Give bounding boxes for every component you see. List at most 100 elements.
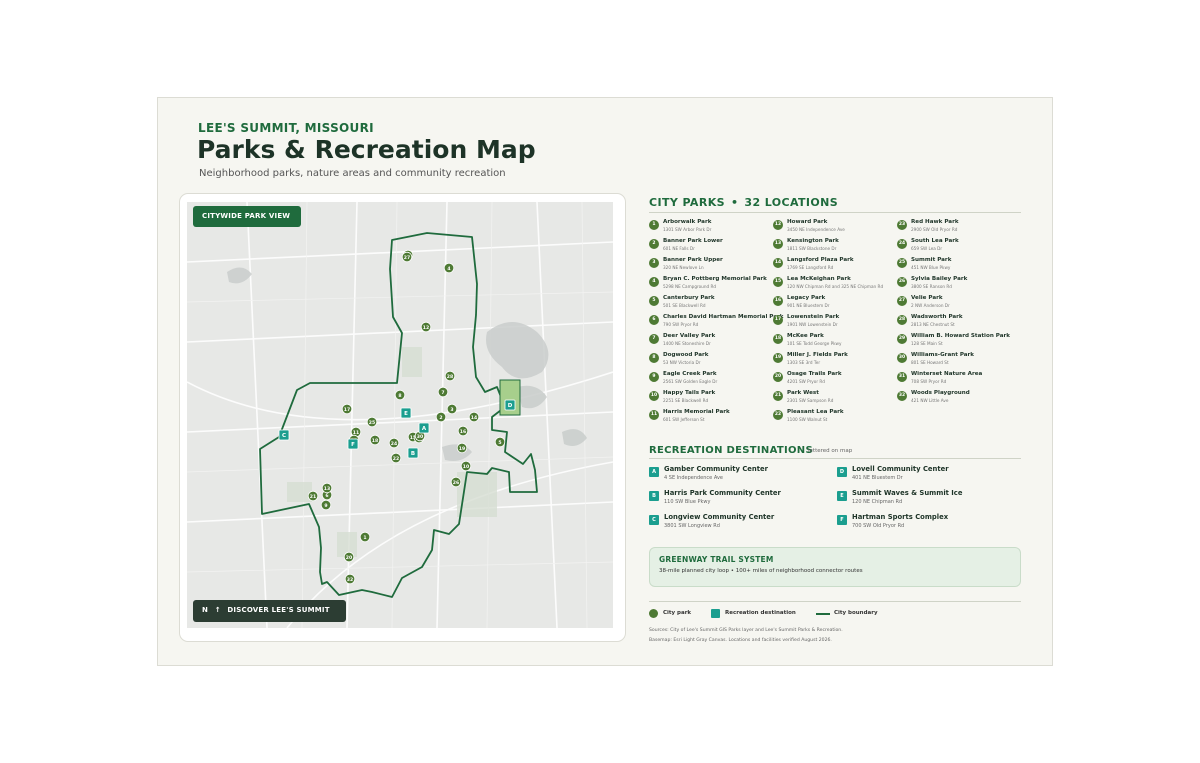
park-list-item[interactable]: 18 McKee Park 101 SE Todd George Pkwy	[773, 332, 897, 350]
recreation-list-item[interactable]: A Gamber Community Center 4 SE Independenc…	[649, 465, 839, 487]
map-legend: City park Recreation destination City bo…	[649, 608, 1021, 622]
park-list-item[interactable]: 12 Howard Park 3450 NE Independence Ave	[773, 218, 897, 236]
city-parks-title: CITY PARKS	[649, 196, 725, 209]
park-marker-9[interactable]: 9	[320, 499, 332, 511]
recreation-list-item[interactable]: E Summit Waves & Summit Ice 120 NE Chipman…	[837, 489, 1027, 511]
park-list-item[interactable]: 8 Dogwood Park 53 NW Victoria Dr	[649, 351, 773, 369]
park-number-badge: 8	[649, 353, 659, 363]
park-number-badge: 18	[773, 334, 783, 344]
park-list-item[interactable]: 22 Pleasant Lea Park 1100 SW Walnut St	[773, 408, 897, 426]
map-card[interactable]: 1234567891011121314151617181920212223242…	[179, 193, 626, 642]
park-list-item[interactable]: 24 South Lea Park 659 SW Lea Dr	[897, 237, 1021, 255]
city-parks-count: 32 LOCATIONS	[744, 196, 839, 209]
park-marker-20[interactable]: 20	[343, 551, 355, 563]
park-number-badge: 2	[649, 239, 659, 249]
recreation-marker-A[interactable]: A	[418, 422, 430, 434]
park-list-item[interactable]: 30 Williams-Grant Park 801 SE Howard St	[897, 351, 1021, 369]
park-number-badge: 4	[649, 277, 659, 287]
park-list-item[interactable]: 10 Happy Tails Park 2251 SE Blackwell Rd	[649, 389, 773, 407]
recreation-list-item[interactable]: D Lovell Community Center 401 NE Bluestem …	[837, 465, 1027, 487]
park-marker-24[interactable]: 24	[388, 437, 400, 449]
park-marker-12[interactable]: 12	[420, 321, 432, 333]
park-number-badge: 1	[649, 220, 659, 230]
park-list-item[interactable]: 25 Summit Park 451 NW Blue Pkwy	[897, 256, 1021, 274]
park-address: 2561 SW Golden Eagle Dr	[663, 379, 718, 384]
park-address: 451 NW Blue Pkwy	[911, 265, 951, 270]
park-list-item[interactable]: 21 Park West 2301 SW Sampson Rd	[773, 389, 897, 407]
park-list-item[interactable]: 14 Langsford Plaza Park 1769 SE Langsford …	[773, 256, 897, 274]
park-marker-19[interactable]: 19	[456, 442, 468, 454]
park-list-item[interactable]: 6 Charles David Hartman Memorial Park 790 …	[649, 313, 784, 331]
park-list-item[interactable]: 11 Harris Memorial Park 601 SW Jefferson S…	[649, 408, 773, 426]
recreation-list-item[interactable]: B Harris Park Community Center 110 SW Blue…	[649, 489, 839, 511]
park-list-item[interactable]: 26 Sylvia Bailey Park 3800 SE Ranson Rd	[897, 275, 1021, 293]
recreation-name: Lovell Community Center	[852, 465, 949, 473]
park-address: 601 NE Falls Dr	[663, 246, 695, 251]
park-address: 2251 SE Blackwell Rd	[663, 398, 709, 403]
park-marker-26[interactable]: 26	[450, 476, 462, 488]
park-number-badge: 6	[649, 315, 659, 325]
park-marker-25[interactable]: 25	[366, 416, 378, 428]
park-list-item[interactable]: 29 William B. Howard Station Park 128 SE M…	[897, 332, 1021, 350]
park-marker-2[interactable]: 2	[435, 411, 447, 423]
park-marker-10[interactable]: 10	[460, 460, 472, 472]
park-marker-5[interactable]: 5	[494, 436, 506, 448]
park-list-item[interactable]: 9 Eagle Creek Park 2561 SW Golden Eagle Dr	[649, 370, 773, 388]
park-list-item[interactable]: 31 Winterset Nature Area 708 SW Pryor Rd	[897, 370, 1021, 388]
park-list-item[interactable]: 4 Bryan C. Pottberg Memorial Park 5298 NE …	[649, 275, 773, 293]
recreation-marker-label: A	[422, 426, 427, 432]
park-name: South Lea Park	[911, 238, 959, 244]
park-number-badge: 21	[773, 391, 783, 401]
park-number-badge: 32	[897, 391, 907, 401]
park-list-item[interactable]: 15 Lea McKeighan Park 120 NW Chipman Rd an…	[773, 275, 897, 293]
park-address: 1303 SE 3rd Ter	[787, 360, 821, 365]
park-marker-16[interactable]: 16	[457, 425, 469, 437]
park-number-badge: 31	[897, 372, 907, 382]
park-marker-13[interactable]: 13	[321, 482, 333, 494]
park-list-item[interactable]: 17 Lowenstein Park 1901 NW Lowenstein Dr	[773, 313, 897, 331]
park-list-item[interactable]: 13 Kensington Park 1811 SW Blackstone Dr	[773, 237, 897, 255]
park-name: Legacy Park	[787, 295, 826, 301]
park-marker-1[interactable]: 1	[359, 531, 371, 543]
legend-divider	[649, 601, 1021, 602]
park-marker-21[interactable]: 21	[307, 490, 319, 502]
recreation-marker-D[interactable]: D	[504, 399, 516, 411]
recreation-list-item[interactable]: C Longview Community Center 3801 SW Longvi…	[649, 513, 839, 535]
park-list-item[interactable]: 23 Red Hawk Park 2900 SW Old Pryor Rd	[897, 218, 1021, 236]
park-marker-27[interactable]: 27	[401, 251, 413, 263]
park-marker-32[interactable]: 32	[344, 573, 356, 585]
park-marker-3[interactable]: 3	[446, 403, 458, 415]
park-marker-22[interactable]: 22	[390, 452, 402, 464]
city-map[interactable]: 1234567891011121314151617181920212223242…	[187, 202, 613, 628]
park-marker-7[interactable]: 7	[437, 386, 449, 398]
park-marker-18[interactable]: 18	[369, 434, 381, 446]
park-list-item[interactable]: 2 Banner Park Lower 601 NE Falls Dr	[649, 237, 773, 255]
park-list-item[interactable]: 27 Velie Park 2 NW Anderson Dr	[897, 294, 1021, 312]
recreation-marker-B[interactable]: B	[407, 447, 419, 459]
park-marker-28[interactable]: 28	[444, 370, 456, 382]
recreation-list-item[interactable]: F Hartman Sports Complex 700 SW Old Pryor …	[837, 513, 1027, 535]
recreation-marker-C[interactable]: C	[278, 429, 290, 441]
park-name: McKee Park	[787, 333, 824, 339]
park-list-item[interactable]: 5 Canterbury Park 501 SE Blackwell Rd	[649, 294, 773, 312]
recreation-marker-E[interactable]: E	[400, 407, 412, 419]
park-list-item[interactable]: 3 Banner Park Upper 320 NE Newlove Ln	[649, 256, 773, 274]
park-marker-4[interactable]: 4	[443, 262, 455, 274]
park-list-item[interactable]: 16 Legacy Park 901 NE Bluestem Dr	[773, 294, 897, 312]
park-list-item[interactable]: 19 Miller J. Fields Park 1303 SE 3rd Ter	[773, 351, 897, 369]
park-name: Arborwalk Park	[663, 219, 712, 225]
park-number-badge: 12	[773, 220, 783, 230]
park-list-item[interactable]: 28 Wadsworth Park 2813 NE Chestnut St	[897, 313, 1021, 331]
park-marker-8[interactable]: 8	[394, 389, 406, 401]
park-list-item[interactable]: 32 Woods Playground 421 NW Little Ave	[897, 389, 1021, 407]
park-marker-label: 19	[459, 446, 465, 452]
park-list-item[interactable]: 7 Deer Valley Park 1400 NE Stoneshire Dr	[649, 332, 773, 350]
park-marker-14[interactable]: 14	[468, 411, 480, 423]
park-marker-17[interactable]: 17	[341, 403, 353, 415]
park-address: 5298 NE Campground Rd	[663, 284, 717, 289]
recreation-marker-F[interactable]: F	[347, 438, 359, 450]
park-list-item[interactable]: 20 Osage Trails Park 4201 SW Pryor Rd	[773, 370, 897, 388]
park-list-item[interactable]: 1 Arborwalk Park 1301 SW Arbor Park Dr	[649, 218, 773, 236]
park-marker-label: 13	[324, 486, 330, 492]
park-address: 790 SW Pryor Rd	[663, 322, 699, 327]
